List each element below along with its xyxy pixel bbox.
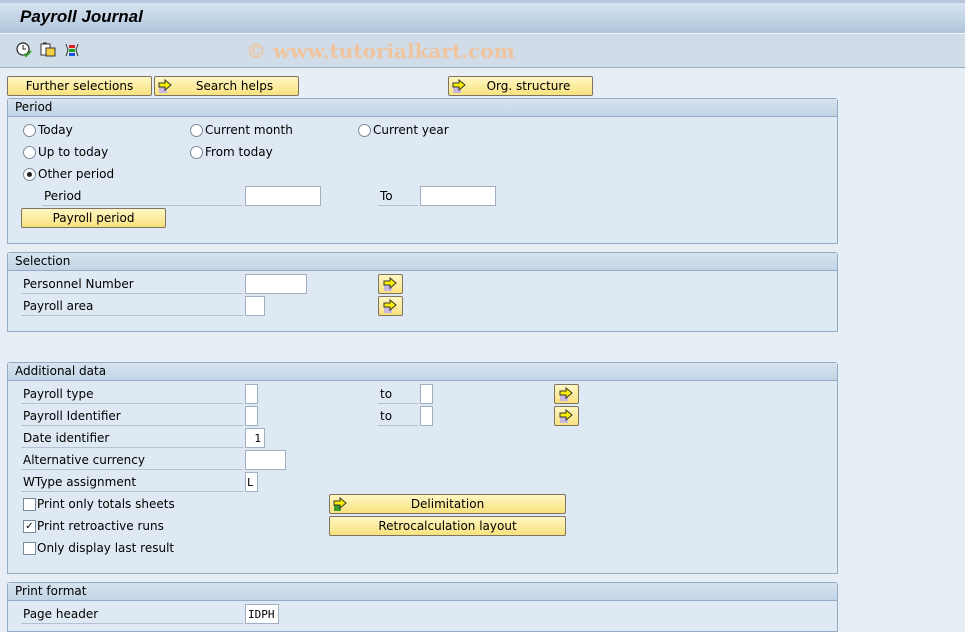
selection-options-icon[interactable]: [64, 42, 80, 58]
search-helps-label: Search helps: [195, 79, 274, 93]
title-bar: Payroll Journal: [0, 0, 965, 34]
group-header: Additional data: [8, 363, 837, 381]
further-selections-button[interactable]: Further selections: [7, 76, 152, 96]
print-retroactive-runs-checkbox[interactable]: ✓ Print retroactive runs: [22, 517, 164, 535]
payroll-identifier-multiple-selection-button[interactable]: [554, 406, 579, 426]
delimitation-button[interactable]: Delimitation: [329, 494, 566, 514]
radio-up-to-today[interactable]: Up to today: [22, 143, 108, 161]
group-header: Period: [8, 99, 837, 117]
get-variant-icon[interactable]: [40, 42, 56, 58]
page-title: Payroll Journal: [20, 7, 143, 26]
arrow-right-icon: [559, 387, 573, 401]
personnel-number-input[interactable]: [245, 274, 307, 294]
page-header-input[interactable]: [245, 604, 279, 624]
payroll-period-label: Payroll period: [52, 211, 135, 225]
radio-current-month[interactable]: Current month: [189, 121, 293, 139]
payroll-period-button[interactable]: Payroll period: [21, 208, 166, 228]
checkbox-label: Print only totals sheets: [37, 497, 175, 511]
application-toolbar: © www.tutorialkart.com: [0, 34, 965, 68]
checkmark-icon: ✓: [23, 520, 36, 533]
group-header: Print format: [8, 583, 837, 601]
date-identifier-input[interactable]: [245, 428, 265, 448]
watermark: © www.tutorialkart.com: [246, 39, 515, 63]
alternative-currency-label: Alternative currency: [21, 450, 243, 470]
retrocalculation-layout-button[interactable]: Retrocalculation layout: [329, 516, 566, 536]
payroll-identifier-to-label: to: [378, 406, 418, 426]
org-structure-label: Org. structure: [486, 79, 571, 93]
arrow-right-icon: [452, 79, 466, 93]
print-only-totals-checkbox[interactable]: Print only totals sheets: [22, 495, 175, 513]
delimitation-arrow-icon: [333, 497, 347, 511]
payroll-type-to-label: to: [378, 384, 418, 404]
payroll-type-label: Payroll type: [21, 384, 243, 404]
period-label: Period: [42, 186, 242, 206]
delimitation-label: Delimitation: [410, 497, 485, 511]
personnel-number-multiple-selection-button[interactable]: [378, 274, 403, 294]
retrocalculation-layout-label: Retrocalculation layout: [378, 519, 517, 533]
wtype-assignment-label: WType assignment: [21, 472, 243, 492]
checkbox-label: Print retroactive runs: [37, 519, 164, 533]
arrow-right-icon: [383, 277, 397, 291]
org-structure-button[interactable]: Org. structure: [448, 76, 593, 96]
payroll-identifier-to-input[interactable]: [420, 406, 433, 426]
page-header-label: Page header: [21, 604, 243, 624]
date-identifier-label: Date identifier: [21, 428, 243, 448]
period-to-label: To: [378, 186, 418, 206]
wtype-assignment-input[interactable]: [245, 472, 258, 492]
payroll-area-multiple-selection-button[interactable]: [378, 296, 403, 316]
checkbox-box: [23, 542, 36, 555]
payroll-area-input[interactable]: [245, 296, 265, 316]
checkbox-box: [23, 498, 36, 511]
radio-current-year[interactable]: Current year: [357, 121, 449, 139]
checkbox-label: Only display last result: [37, 541, 175, 555]
personnel-number-label: Personnel Number: [21, 274, 243, 294]
further-selections-label: Further selections: [25, 79, 134, 93]
payroll-identifier-from-input[interactable]: [245, 406, 258, 426]
arrow-right-icon: [559, 409, 573, 423]
payroll-area-label: Payroll area: [21, 296, 243, 316]
radio-today[interactable]: Today: [22, 121, 73, 139]
payroll-type-multiple-selection-button[interactable]: [554, 384, 579, 404]
payroll-type-to-input[interactable]: [420, 384, 433, 404]
payroll-type-from-input[interactable]: [245, 384, 258, 404]
arrow-right-icon: [158, 79, 172, 93]
arrow-right-icon: [383, 299, 397, 313]
execute-clock-icon[interactable]: [16, 42, 32, 58]
payroll-identifier-label: Payroll Identifier: [21, 406, 243, 426]
alternative-currency-input[interactable]: [245, 450, 286, 470]
radio-from-today[interactable]: From today: [189, 143, 273, 161]
search-helps-button[interactable]: Search helps: [154, 76, 299, 96]
group-header: Selection: [8, 253, 837, 271]
period-to-input[interactable]: [420, 186, 496, 206]
only-display-last-result-checkbox[interactable]: Only display last result: [22, 539, 174, 557]
radio-other-period[interactable]: Other period: [22, 165, 114, 183]
period-from-input[interactable]: [245, 186, 321, 206]
